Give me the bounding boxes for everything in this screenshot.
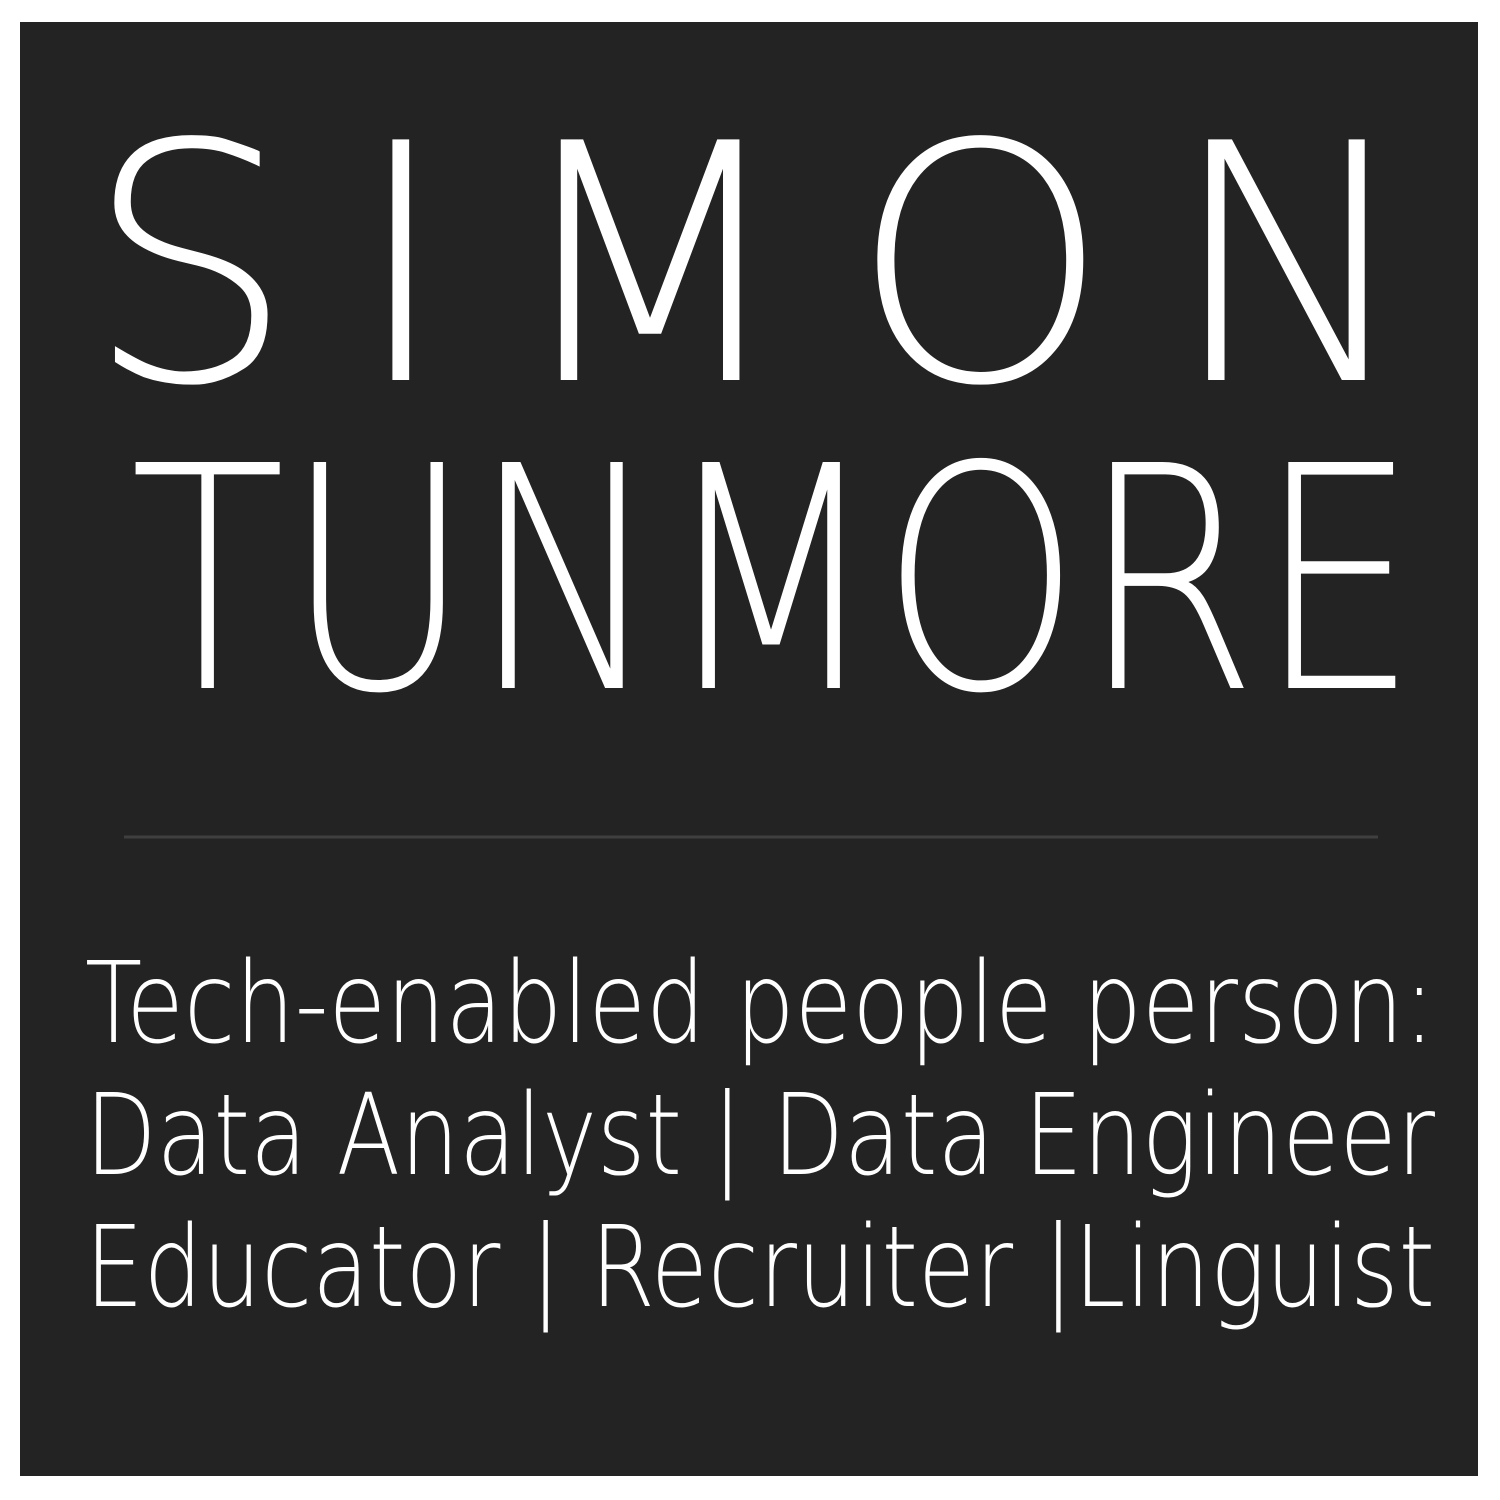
last-name: TUNMORE bbox=[130, 401, 1418, 762]
profile-graphic: SIMON TUNMORE Tech-enabled people person… bbox=[85, 74, 1435, 1333]
tagline-line-1: Tech-enabled people person: bbox=[85, 939, 1435, 1069]
tagline-line-3: Educator | Recruiter |Linguist bbox=[85, 1203, 1435, 1333]
tagline-line-2: Data Analyst | Data Engineer bbox=[85, 1071, 1435, 1201]
